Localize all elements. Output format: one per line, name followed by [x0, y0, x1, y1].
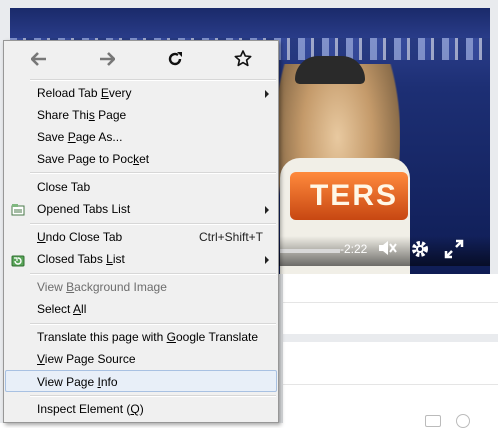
access-key: V	[37, 352, 45, 366]
label-text: Select	[37, 302, 74, 316]
mute-icon[interactable]	[378, 239, 398, 262]
shortcut-text: Ctrl+Shift+T	[198, 230, 263, 244]
menu-item-label: Opened Tabs List	[37, 198, 130, 220]
post-footer-card	[282, 274, 498, 423]
menu-item-label: Close Tab	[37, 176, 90, 198]
access-key: A	[73, 302, 82, 316]
menu-item-label: Reload Tab Every	[37, 82, 132, 104]
star-icon	[234, 50, 252, 72]
menu-item-undo-close-tab[interactable]: Undo Close Tab Ctrl+Shift+T	[5, 226, 277, 248]
menu-item-inspect-element[interactable]: Inspect Element (Q)	[5, 398, 277, 420]
menu-item-reload-tab-every[interactable]: Reload Tab Every	[5, 82, 277, 104]
access-key: L	[106, 252, 113, 266]
access-key: G	[166, 330, 176, 344]
label-text: Reload Tab	[37, 86, 101, 100]
divider	[283, 302, 498, 303]
back-button[interactable]	[25, 50, 53, 72]
emoji-icon[interactable]	[456, 414, 470, 428]
camera-icon[interactable]	[425, 415, 441, 427]
tabs-list-icon	[11, 202, 25, 216]
label-text: age As...	[75, 130, 123, 144]
menu-separator	[30, 79, 276, 81]
label-text: ackground Image	[74, 280, 167, 294]
label-text: Save	[37, 130, 68, 144]
label-text: Save Page to Poc	[37, 152, 134, 166]
menu-separator	[30, 323, 276, 325]
menu-item-label: View Page Info	[37, 371, 118, 393]
label-text: Share Thi	[37, 108, 89, 122]
time-remaining: -2:22	[340, 242, 368, 256]
menu-item-label: View Background Image	[37, 276, 167, 298]
label-text: ll	[81, 302, 87, 316]
label-text: Opened Tabs List	[37, 202, 131, 216]
menu-item-label: Inspect Element (Q)	[37, 398, 144, 420]
reload-button[interactable]	[161, 50, 189, 72]
label-text: Closed Tabs	[37, 252, 107, 266]
menu-item-label: Select All	[37, 298, 86, 320]
menu-item-opened-tabs-list[interactable]: Opened Tabs List	[5, 198, 277, 220]
menu-item-label: Closed Tabs List	[37, 248, 125, 270]
bookmark-button[interactable]	[229, 50, 257, 72]
label-text: Translate this page with	[37, 330, 167, 344]
menu-item-select-all[interactable]: Select All	[5, 298, 277, 320]
divider	[283, 334, 498, 342]
menu-item-label: Share This Page	[37, 104, 126, 126]
label-text: Page	[94, 108, 127, 122]
fullscreen-icon[interactable]	[444, 239, 464, 264]
access-key: E	[100, 86, 109, 100]
label-text: et	[139, 152, 150, 166]
menu-item-view-background-image: View Background Image	[5, 276, 277, 298]
settings-gear-icon[interactable]	[410, 239, 430, 264]
divider	[283, 384, 498, 385]
menu-separator	[30, 273, 276, 275]
label-text: )	[139, 402, 144, 416]
access-key: P	[67, 130, 76, 144]
submenu-arrow-icon	[265, 90, 269, 98]
submenu-arrow-icon	[265, 256, 269, 264]
menu-item-translate-page[interactable]: Translate this page with Google Translat…	[5, 326, 277, 348]
label-text: View Page	[37, 375, 98, 389]
menu-navigation-row	[4, 41, 278, 79]
label-text: ndo Close Tab	[45, 230, 123, 244]
menu-item-save-page-as[interactable]: Save Page As...	[5, 126, 277, 148]
menu-item-view-page-source[interactable]: View Page Source	[5, 348, 277, 370]
arrow-right-icon	[99, 51, 116, 71]
reload-icon	[167, 51, 183, 72]
closed-tabs-icon	[11, 252, 25, 267]
forward-button[interactable]	[93, 50, 121, 72]
access-key: B	[66, 280, 75, 294]
menu-item-label: Save Page As...	[37, 126, 122, 148]
menu-separator	[30, 223, 276, 225]
menu-item-view-page-info[interactable]: View Page Info	[5, 370, 277, 392]
label-text: iew Page Source	[44, 352, 136, 366]
menu-item-label: Save Page to Pocket	[37, 148, 149, 170]
video-frame-hat	[295, 56, 365, 84]
access-key: Q	[130, 402, 140, 416]
menu-item-closed-tabs-list[interactable]: Closed Tabs List	[5, 248, 277, 270]
label-text: nfo	[100, 375, 118, 389]
label-text: Inspect Element (	[37, 402, 131, 416]
context-menu: Reload Tab Every Share This Page Save Pa…	[3, 40, 279, 423]
label-text: oogle Translate	[175, 330, 259, 344]
access-key: U	[37, 230, 46, 244]
progress-bar[interactable]	[280, 249, 340, 253]
menu-separator	[30, 395, 276, 397]
submenu-arrow-icon	[265, 206, 269, 214]
label-text: very	[108, 86, 132, 100]
label-text: Close Tab	[37, 180, 91, 194]
menu-item-label: Undo Close Tab	[37, 226, 122, 248]
menu-separator	[30, 172, 276, 174]
menu-item-label: View Page Source	[37, 348, 136, 370]
label-text: ist	[112, 252, 125, 266]
menu-item-label: Translate this page with Google Translat…	[37, 326, 258, 348]
menu-item-save-to-pocket[interactable]: Save Page to Pocket	[5, 148, 277, 170]
label-text: View	[37, 280, 67, 294]
menu-item-close-tab[interactable]: Close Tab	[5, 176, 277, 198]
arrow-left-icon	[30, 51, 47, 71]
video-frame-logo: TERS	[290, 172, 408, 220]
menu-item-share-this-page[interactable]: Share This Page	[5, 104, 277, 126]
